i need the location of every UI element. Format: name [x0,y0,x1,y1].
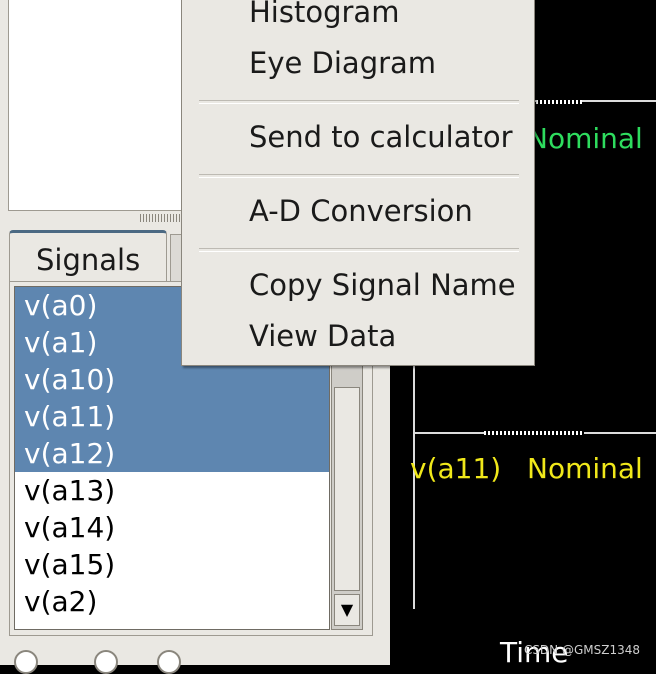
radio-button[interactable] [94,650,118,674]
signal-item[interactable]: v(a14) [15,509,329,546]
strip-separator-dots [536,100,582,104]
menu-item-view-data[interactable]: View Data [249,319,396,353]
menu-item-ad-conversion[interactable]: A-D Conversion [249,194,473,228]
menu-separator [199,100,519,104]
radio-button[interactable] [14,650,38,674]
signal-item[interactable]: v(a13) [15,472,329,509]
upper-nominal-label: Nominal [527,122,643,155]
menu-separator [199,174,519,178]
context-menu: Histogram Eye Diagram Send to calculator… [181,0,535,366]
lower-signal-label: v(a11) [410,452,502,485]
tab-signals[interactable]: Signals [9,230,167,282]
signal-item[interactable]: v(a12) [15,435,329,472]
pane-resize-handle[interactable] [140,214,180,222]
tab-signals-label: Signals [36,243,141,277]
watermark: CSDN @GMSZ1348 [523,643,640,657]
menu-separator [199,248,519,252]
signal-item[interactable]: v(a11) [15,398,329,435]
lower-nominal-label: Nominal [527,452,643,485]
radio-button[interactable] [157,650,181,674]
menu-item-copy-signal-name[interactable]: Copy Signal Name [249,268,516,302]
menu-item-histogram[interactable]: Histogram [249,0,399,29]
strip-separator-dots [484,431,584,435]
signal-item[interactable]: v(a10) [15,361,329,398]
arrow-down-icon: ▼ [340,600,354,619]
scrollbar-thumb[interactable] [334,387,360,591]
signal-item[interactable]: v(a2) [15,583,329,620]
menu-item-eye-diagram[interactable]: Eye Diagram [249,46,436,80]
scroll-down-button[interactable]: ▼ [334,594,360,626]
signal-item[interactable]: v(a15) [15,546,329,583]
menu-item-send-to-calculator[interactable]: Send to calculator [249,120,513,154]
